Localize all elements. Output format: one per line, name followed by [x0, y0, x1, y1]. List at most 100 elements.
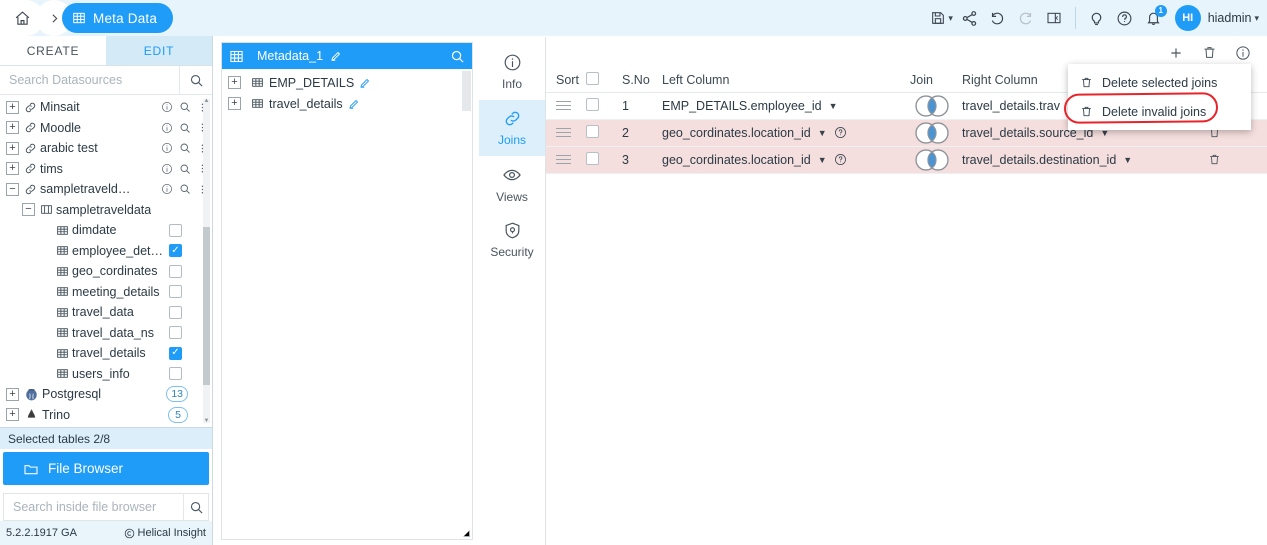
- tree-item-checkbox[interactable]: [169, 367, 182, 381]
- row-join-type[interactable]: [906, 146, 958, 174]
- username-label[interactable]: hiadmin: [1208, 11, 1252, 25]
- pencil-icon[interactable]: [330, 50, 342, 62]
- rail-item-security[interactable]: Security: [479, 212, 545, 268]
- chevron-down-icon[interactable]: ▼: [829, 101, 838, 111]
- tree-item-meeting-details[interactable]: meeting_details: [0, 282, 212, 303]
- avatar[interactable]: HI: [1174, 5, 1201, 31]
- row-checkbox[interactable]: [586, 151, 599, 165]
- datasource-tree[interactable]: + Minsait + Moodle + arabic test + tims − samplet…: [0, 95, 212, 427]
- expand-toggle-icon[interactable]: +: [6, 408, 19, 422]
- tree-item-checkbox[interactable]: [169, 264, 182, 278]
- tree-item-postgresql[interactable]: + Postgresql 13: [0, 384, 212, 405]
- tree-item-checkbox[interactable]: [169, 305, 182, 319]
- inner-join-venn-icon[interactable]: [910, 148, 954, 171]
- header-select-all[interactable]: [582, 68, 618, 93]
- drag-handle-icon[interactable]: [556, 100, 571, 111]
- file-browser-button[interactable]: File Browser: [3, 452, 209, 485]
- row-right-column[interactable]: travel_details.destination_id ▼: [958, 146, 1198, 174]
- expand-toggle-icon[interactable]: +: [228, 76, 241, 89]
- metadata-item-emp_details[interactable]: + EMP_DETAILS: [222, 72, 472, 93]
- pencil-icon[interactable]: [359, 77, 371, 89]
- help-circle-icon[interactable]: [834, 126, 847, 139]
- row-checkbox[interactable]: [586, 97, 599, 111]
- save-dropdown-icon[interactable]: ▾: [928, 0, 956, 36]
- rail-item-joins[interactable]: Joins: [479, 100, 545, 156]
- tree-item-sampletraveld[interactable]: − sampletraveld…: [0, 179, 212, 200]
- tree-item-trino[interactable]: + Trino 5: [0, 405, 212, 426]
- row-checkbox[interactable]: [586, 124, 599, 138]
- tree-item-geo-cordinates[interactable]: geo_cordinates: [0, 261, 212, 282]
- drag-handle-icon[interactable]: [556, 154, 571, 165]
- expand-toggle-icon[interactable]: +: [6, 100, 19, 114]
- delete-joins-button[interactable]: [1202, 45, 1217, 60]
- file-browser-search-icon[interactable]: [183, 493, 208, 521]
- row-join-type[interactable]: [906, 92, 958, 120]
- file-browser-search-input[interactable]: [4, 500, 183, 514]
- expand-toggle-icon[interactable]: +: [6, 141, 19, 155]
- tree-item-checkbox[interactable]: [169, 223, 182, 237]
- row-select-cell[interactable]: [582, 92, 618, 120]
- tree-item-users-info[interactable]: users_info: [0, 364, 212, 385]
- panel-toggle-icon[interactable]: [1040, 0, 1068, 36]
- scroll-down-icon[interactable]: ▼: [203, 417, 210, 425]
- tree-item-travel-data[interactable]: travel_data: [0, 302, 212, 323]
- search-datasources-input[interactable]: [0, 73, 179, 87]
- help-circle-icon[interactable]: [834, 153, 847, 166]
- tree-item-moodle[interactable]: + Moodle: [0, 118, 212, 139]
- resize-grip-icon[interactable]: [461, 528, 470, 537]
- row-left-column[interactable]: geo_cordinates.location_id ▼: [658, 146, 906, 174]
- row-drag-handle[interactable]: [546, 92, 582, 120]
- table-row[interactable]: 3 geo_cordinates.location_id ▼ travel_detai…: [546, 146, 1267, 174]
- add-join-button[interactable]: [1168, 45, 1184, 61]
- tree-item-checkbox[interactable]: [169, 326, 182, 340]
- expand-toggle-icon[interactable]: +: [6, 387, 19, 401]
- row-join-type[interactable]: [906, 119, 958, 147]
- tree-item-employee-details[interactable]: employee_details ✓: [0, 241, 212, 262]
- tab-create[interactable]: CREATE: [0, 36, 106, 65]
- collapse-toggle-icon[interactable]: −: [22, 203, 35, 217]
- tree-item-checkbox[interactable]: [169, 285, 182, 299]
- tree-item-sampletraveldata[interactable]: − sampletraveldata: [0, 200, 212, 221]
- tree-item-checkbox[interactable]: ✓: [169, 346, 182, 360]
- row-select-cell[interactable]: [582, 146, 618, 174]
- row-drag-handle[interactable]: [546, 146, 582, 174]
- rail-item-info[interactable]: Info: [479, 44, 545, 100]
- tree-item-tims[interactable]: + tims: [0, 159, 212, 180]
- metadata-search-icon[interactable]: [442, 43, 472, 69]
- info-circle-icon[interactable]: [161, 183, 173, 195]
- pencil-icon[interactable]: [348, 98, 360, 110]
- search-icon[interactable]: [179, 66, 212, 94]
- lightbulb-icon[interactable]: [1083, 0, 1111, 36]
- expand-toggle-icon[interactable]: +: [6, 121, 19, 135]
- tree-item-arabic-test[interactable]: + arabic test: [0, 138, 212, 159]
- row-left-column[interactable]: EMP_DETAILS.employee_id ▼: [658, 92, 906, 120]
- help-circle-icon[interactable]: [1111, 0, 1139, 36]
- search-icon[interactable]: [179, 122, 191, 134]
- row-left-column[interactable]: geo_cordinates.location_id ▼: [658, 119, 906, 147]
- expand-toggle-icon[interactable]: +: [228, 97, 241, 110]
- metadata-scrollbar[interactable]: [462, 71, 471, 111]
- chevron-down-icon[interactable]: ▼: [1123, 155, 1132, 165]
- notifications-button[interactable]: 1: [1139, 0, 1169, 36]
- inner-join-venn-icon[interactable]: [910, 121, 954, 144]
- expand-toggle-icon[interactable]: +: [6, 162, 19, 176]
- tree-item-dimdate[interactable]: dimdate: [0, 220, 212, 241]
- drag-handle-icon[interactable]: [556, 127, 571, 138]
- scroll-up-icon[interactable]: ▲: [203, 97, 210, 105]
- search-icon[interactable]: [179, 101, 191, 113]
- collapse-toggle-icon[interactable]: −: [6, 182, 19, 196]
- row-drag-handle[interactable]: [546, 119, 582, 147]
- tree-item-checkbox[interactable]: ✓: [169, 244, 182, 258]
- search-icon[interactable]: [179, 163, 191, 175]
- tree-item-minsait[interactable]: + Minsait: [0, 97, 212, 118]
- rail-item-views[interactable]: Views: [479, 156, 545, 212]
- tree-item-travel-data-ns[interactable]: travel_data_ns: [0, 323, 212, 344]
- info-circle-icon[interactable]: [161, 163, 173, 175]
- search-icon[interactable]: [179, 183, 191, 195]
- info-circle-icon[interactable]: [161, 101, 173, 113]
- tree-scrollbar[interactable]: ▲ ▼: [203, 97, 210, 425]
- chevron-down-icon[interactable]: ▼: [818, 128, 827, 138]
- metadata-item-travel_details[interactable]: + travel_details: [222, 93, 472, 114]
- share-icon[interactable]: [956, 0, 984, 36]
- tree-item-travel-details[interactable]: travel_details ✓: [0, 343, 212, 364]
